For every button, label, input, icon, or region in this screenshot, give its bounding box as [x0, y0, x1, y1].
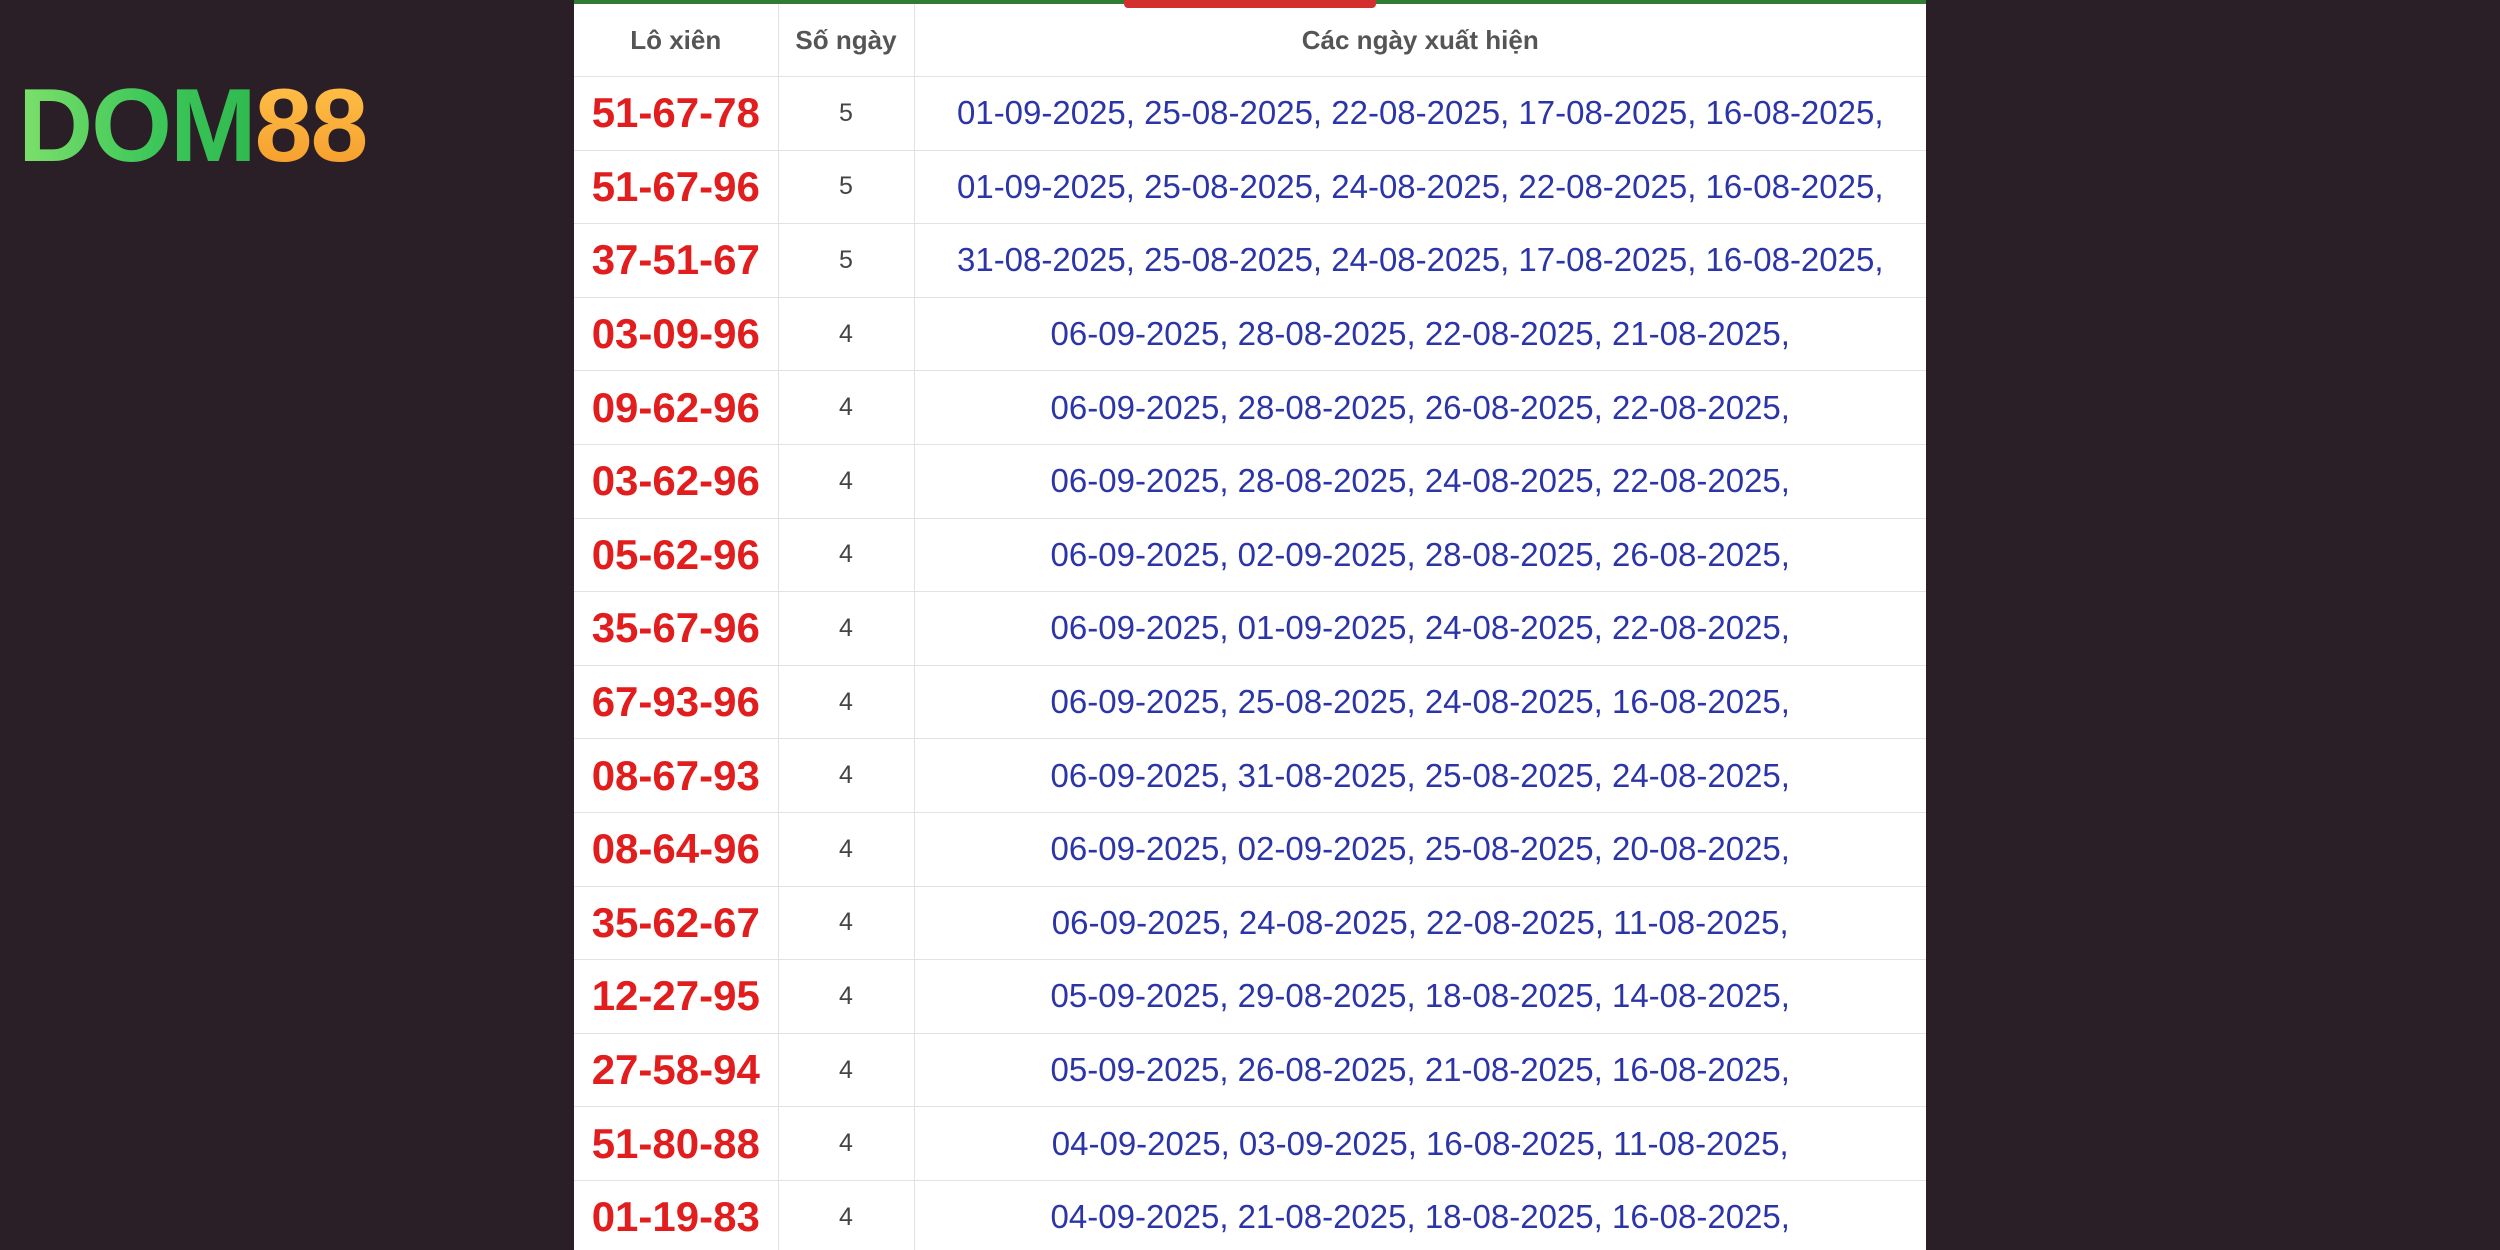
table-header-row: Lô xiên Số ngày Các ngày xuất hiện: [574, 4, 1926, 77]
combo-cell: 35-62-67: [574, 886, 779, 961]
combo-cell: 08-67-93: [574, 738, 779, 813]
combo-cell: 27-58-94: [574, 1033, 779, 1108]
header-cac-ngay-xuat-hien: Các ngày xuất hiện: [914, 4, 1926, 77]
dom88-logo: DOM 88: [18, 68, 369, 184]
dates-cell: 06-09-2025, 01-09-2025, 24-08-2025, 22-0…: [914, 591, 1926, 666]
days-count-cell: 5: [778, 150, 915, 225]
logo-text-dom: DOM: [18, 68, 257, 184]
table-row: 03-62-96 4 06-09-2025, 28-08-2025, 24-08…: [574, 444, 1926, 519]
days-count-cell: 5: [778, 76, 915, 151]
combo-cell: 12-27-95: [574, 959, 779, 1034]
header-so-ngay: Số ngày: [778, 4, 915, 77]
dates-cell: 06-09-2025, 28-08-2025, 22-08-2025, 21-0…: [914, 297, 1926, 372]
days-count-cell: 4: [778, 812, 915, 887]
dates-cell: 06-09-2025, 28-08-2025, 24-08-2025, 22-0…: [914, 444, 1926, 519]
table-row: 35-62-67 4 06-09-2025, 24-08-2025, 22-08…: [574, 886, 1926, 961]
dates-cell: 01-09-2025, 25-08-2025, 24-08-2025, 22-0…: [914, 150, 1926, 225]
dates-cell: 31-08-2025, 25-08-2025, 24-08-2025, 17-0…: [914, 223, 1926, 298]
days-count-cell: 4: [778, 444, 915, 519]
days-count-cell: 4: [778, 518, 915, 593]
days-count-cell: 4: [778, 370, 915, 445]
combo-cell: 51-67-78: [574, 76, 779, 151]
table-row: 35-67-96 4 06-09-2025, 01-09-2025, 24-08…: [574, 591, 1926, 666]
combo-cell: 35-67-96: [574, 591, 779, 666]
dates-cell: 06-09-2025, 31-08-2025, 25-08-2025, 24-0…: [914, 738, 1926, 813]
combo-cell: 51-67-96: [574, 150, 779, 225]
dates-cell: 06-09-2025, 24-08-2025, 22-08-2025, 11-0…: [914, 886, 1926, 961]
lo-xien-table-panel: Lô xiên Số ngày Các ngày xuất hiện 51-67…: [574, 0, 1926, 1250]
combo-cell: 05-62-96: [574, 518, 779, 593]
dates-cell: 04-09-2025, 21-08-2025, 18-08-2025, 16-0…: [914, 1180, 1926, 1250]
dates-cell: 06-09-2025, 28-08-2025, 26-08-2025, 22-0…: [914, 370, 1926, 445]
combo-cell: 51-80-88: [574, 1106, 779, 1181]
table-row: 05-62-96 4 06-09-2025, 02-09-2025, 28-08…: [574, 518, 1926, 593]
table-row: 51-67-78 5 01-09-2025, 25-08-2025, 22-08…: [574, 76, 1926, 151]
combo-cell: 03-09-96: [574, 297, 779, 372]
logo-text-88: 88: [254, 68, 369, 184]
table-row: 03-09-96 4 06-09-2025, 28-08-2025, 22-08…: [574, 297, 1926, 372]
table-row: 51-67-96 5 01-09-2025, 25-08-2025, 24-08…: [574, 150, 1926, 225]
dates-cell: 05-09-2025, 29-08-2025, 18-08-2025, 14-0…: [914, 959, 1926, 1034]
combo-cell: 01-19-83: [574, 1180, 779, 1250]
days-count-cell: 4: [778, 591, 915, 666]
dates-cell: 01-09-2025, 25-08-2025, 22-08-2025, 17-0…: [914, 76, 1926, 151]
combo-cell: 08-64-96: [574, 812, 779, 887]
days-count-cell: 4: [778, 886, 915, 961]
table-row: 09-62-96 4 06-09-2025, 28-08-2025, 26-08…: [574, 370, 1926, 445]
table-row: 37-51-67 5 31-08-2025, 25-08-2025, 24-08…: [574, 223, 1926, 298]
table-row: 08-64-96 4 06-09-2025, 02-09-2025, 25-08…: [574, 812, 1926, 887]
table-row: 01-19-83 4 04-09-2025, 21-08-2025, 18-08…: [574, 1180, 1926, 1250]
days-count-cell: 4: [778, 1180, 915, 1250]
combo-cell: 09-62-96: [574, 370, 779, 445]
dates-cell: 06-09-2025, 02-09-2025, 25-08-2025, 20-0…: [914, 812, 1926, 887]
table-row: 51-80-88 4 04-09-2025, 03-09-2025, 16-08…: [574, 1106, 1926, 1181]
table-row: 27-58-94 4 05-09-2025, 26-08-2025, 21-08…: [574, 1033, 1926, 1108]
combo-cell: 37-51-67: [574, 223, 779, 298]
combo-cell: 67-93-96: [574, 665, 779, 740]
lo-xien-table: Lô xiên Số ngày Các ngày xuất hiện 51-67…: [574, 4, 1926, 1250]
dates-cell: 04-09-2025, 03-09-2025, 16-08-2025, 11-0…: [914, 1106, 1926, 1181]
days-count-cell: 4: [778, 297, 915, 372]
table-row: 12-27-95 4 05-09-2025, 29-08-2025, 18-08…: [574, 959, 1926, 1034]
days-count-cell: 4: [778, 959, 915, 1034]
days-count-cell: 4: [778, 1106, 915, 1181]
table-row: 08-67-93 4 06-09-2025, 31-08-2025, 25-08…: [574, 738, 1926, 813]
days-count-cell: 5: [778, 223, 915, 298]
dates-cell: 06-09-2025, 25-08-2025, 24-08-2025, 16-0…: [914, 665, 1926, 740]
days-count-cell: 4: [778, 1033, 915, 1108]
table-row: 67-93-96 4 06-09-2025, 25-08-2025, 24-08…: [574, 665, 1926, 740]
combo-cell: 03-62-96: [574, 444, 779, 519]
days-count-cell: 4: [778, 665, 915, 740]
dates-cell: 06-09-2025, 02-09-2025, 28-08-2025, 26-0…: [914, 518, 1926, 593]
dates-cell: 05-09-2025, 26-08-2025, 21-08-2025, 16-0…: [914, 1033, 1926, 1108]
days-count-cell: 4: [778, 738, 915, 813]
header-lo-xien: Lô xiên: [574, 4, 779, 77]
